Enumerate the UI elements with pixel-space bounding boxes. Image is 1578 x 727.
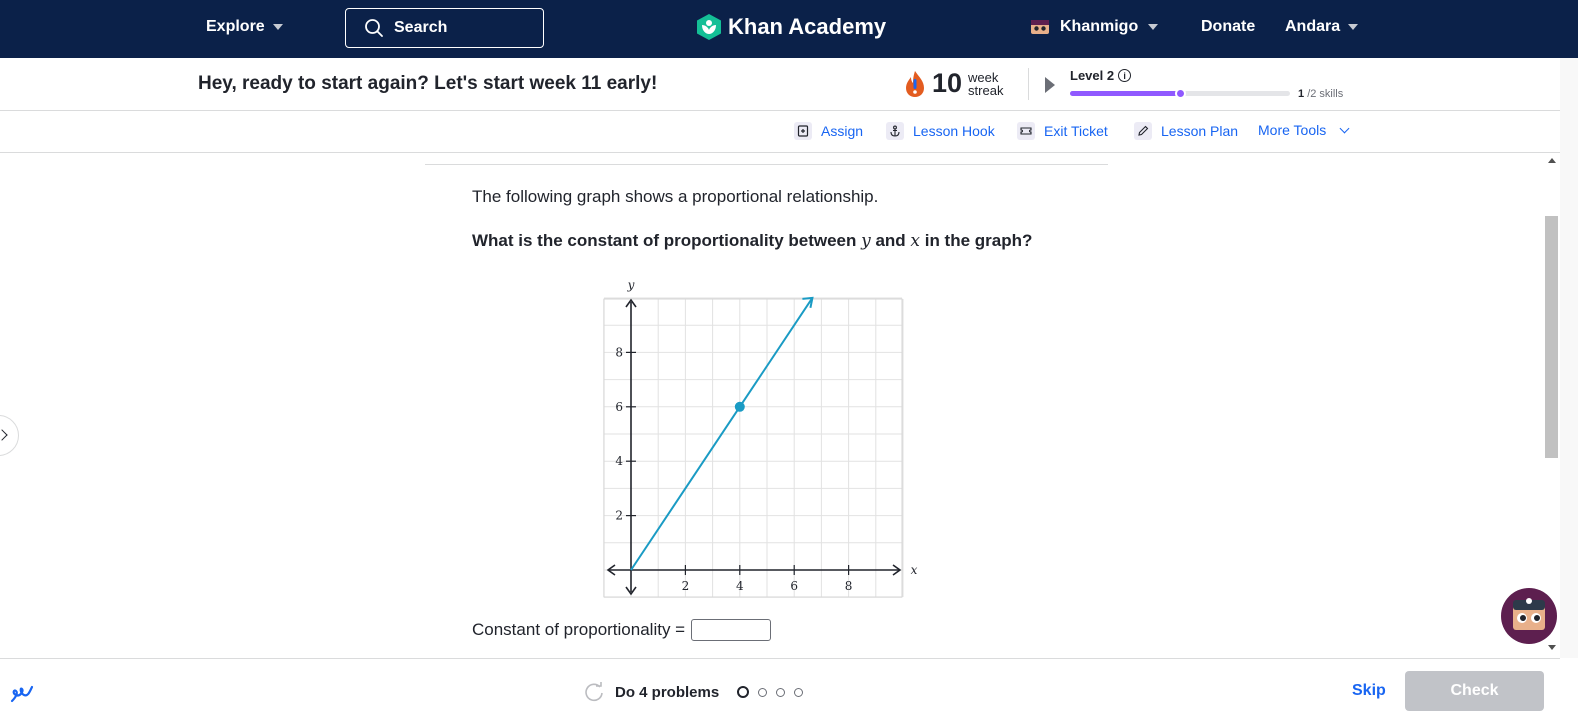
user-menu[interactable]: Andara xyxy=(1285,18,1359,36)
content-divider xyxy=(425,164,1108,165)
scrollbar-track[interactable] xyxy=(1560,58,1578,658)
donate-link[interactable]: Donate xyxy=(1201,18,1255,36)
caret-down-icon xyxy=(1148,24,1159,30)
progress-text: Do 4 problems xyxy=(615,683,720,701)
caret-down-icon xyxy=(272,24,283,30)
streak-indicator[interactable]: 10 week streak xyxy=(904,68,1003,99)
caret-down-icon xyxy=(1348,24,1359,30)
y-tick-label: 2 xyxy=(615,509,623,523)
problem-dot xyxy=(758,687,768,697)
y-tick-label: 4 xyxy=(615,454,623,468)
khanmigo-menu[interactable]: Khanmigo xyxy=(1030,18,1159,36)
grid-border xyxy=(603,298,903,598)
khanmigo-chat-button[interactable] xyxy=(1501,588,1557,644)
check-button[interactable]: Check xyxy=(1405,671,1544,711)
assign-label: Assign xyxy=(821,123,864,139)
more-tools-label: More Tools xyxy=(1258,122,1327,138)
top-navigation: Explore Search Khan Academy Khanmigo Don… xyxy=(0,0,1578,58)
greeting-text: Hey, ready to start again? Let's start w… xyxy=(198,73,658,94)
level-progress-fill xyxy=(1070,91,1180,96)
prompt-post: in the graph? xyxy=(920,231,1033,250)
assign-icon xyxy=(794,122,812,140)
answer-label: Constant of proportionality = xyxy=(472,620,686,639)
y-tick-label: 8 xyxy=(615,345,623,359)
y-axis-label: y xyxy=(627,278,635,292)
level-progress-bar xyxy=(1070,88,1290,99)
chevron-right-icon xyxy=(0,429,8,441)
user-name: Andara xyxy=(1285,18,1341,35)
anchor-icon xyxy=(886,122,904,140)
assign-button[interactable]: Assign xyxy=(794,122,863,140)
y-tick-label: 6 xyxy=(615,400,623,414)
prompt-pre: What is the constant of proportionality … xyxy=(472,231,862,250)
streak-unit-streak: streak xyxy=(968,82,1004,98)
khan-academy-logo[interactable]: Khan Academy xyxy=(696,13,886,41)
brand-name: Khan Academy xyxy=(728,14,887,39)
chevron-down-icon xyxy=(1339,123,1350,133)
search-label: Search xyxy=(394,19,448,36)
explore-menu[interactable]: Explore xyxy=(206,18,283,36)
lesson-plan-label: Lesson Plan xyxy=(1161,123,1239,139)
lesson-plan-button[interactable]: Lesson Plan xyxy=(1134,122,1238,140)
search-button[interactable]: Search xyxy=(345,8,544,48)
problem-dot xyxy=(776,687,786,697)
answer-row: Constant of proportionality = xyxy=(472,619,772,641)
search-icon xyxy=(365,19,383,37)
expand-sidebar-button[interactable] xyxy=(0,415,19,456)
scroll-up-arrow[interactable] xyxy=(1548,158,1556,163)
exit-ticket-label: Exit Ticket xyxy=(1044,123,1108,139)
khan-leaf-icon xyxy=(697,14,721,40)
divider xyxy=(1028,68,1029,100)
skills-total: /2 skills xyxy=(1307,88,1344,100)
answer-input[interactable] xyxy=(691,619,772,641)
x-tick-label: 6 xyxy=(790,579,798,593)
lesson-hook-label: Lesson Hook xyxy=(913,123,995,139)
problem-dots xyxy=(737,686,804,698)
khanmigo-icon xyxy=(1031,20,1049,34)
play-icon[interactable] xyxy=(1045,77,1055,93)
khanmigo-label: Khanmigo xyxy=(1060,18,1139,35)
exit-ticket-button[interactable]: Exit Ticket xyxy=(1017,122,1108,140)
var-y: y xyxy=(861,231,871,251)
streak-count: 10 xyxy=(932,68,963,98)
more-tools-button[interactable]: More Tools xyxy=(1258,122,1350,138)
streak-unit: week streak xyxy=(968,71,1003,97)
scratchpad-icon[interactable] xyxy=(8,679,36,707)
exercise-footer: Do 4 problems Skip Check xyxy=(0,658,1560,727)
skip-button[interactable]: Skip xyxy=(1352,682,1386,700)
teacher-tools-bar: Assign Lesson Hook Exit Ticket Lesson Pl… xyxy=(0,111,1560,153)
scroll-down-arrow[interactable] xyxy=(1548,645,1556,650)
info-icon[interactable]: i xyxy=(1118,69,1132,82)
greeting-bar: Hey, ready to start again? Let's start w… xyxy=(0,58,1560,111)
lesson-hook-button[interactable]: Lesson Hook xyxy=(886,122,995,140)
question-prompt: What is the constant of proportionality … xyxy=(472,231,1032,251)
prompt-mid: and xyxy=(870,231,911,250)
var-x: x xyxy=(910,231,920,251)
proportional-graph: 2 4 6 8 2 4 6 8 x y xyxy=(603,278,918,598)
x-axis-label: x xyxy=(911,563,918,577)
question-intro: The following graph shows a proportional… xyxy=(472,187,879,206)
skills-done: 1 xyxy=(1298,88,1305,100)
streak-flame-icon xyxy=(906,70,924,97)
progress-indicator: Do 4 problems xyxy=(583,681,804,703)
refresh-icon xyxy=(585,682,603,702)
problem-dot xyxy=(737,686,750,698)
skills-count: 1 /2 skills xyxy=(1298,88,1343,100)
x-tick-label: 2 xyxy=(682,579,690,593)
ticket-icon xyxy=(1017,122,1035,140)
level-progress-knob xyxy=(1175,88,1186,99)
level-label: Level 2 i xyxy=(1070,68,1132,83)
x-tick-label: 4 xyxy=(736,579,744,593)
khanmigo-avatar-icon xyxy=(1513,598,1545,630)
graph-point xyxy=(734,401,745,412)
level-text: Level 2 xyxy=(1070,68,1115,83)
x-tick-label: 8 xyxy=(845,579,853,593)
pencil-icon xyxy=(1134,122,1152,140)
problem-dot xyxy=(794,687,804,697)
scrollbar-thumb[interactable] xyxy=(1545,216,1558,458)
explore-label: Explore xyxy=(206,18,265,35)
